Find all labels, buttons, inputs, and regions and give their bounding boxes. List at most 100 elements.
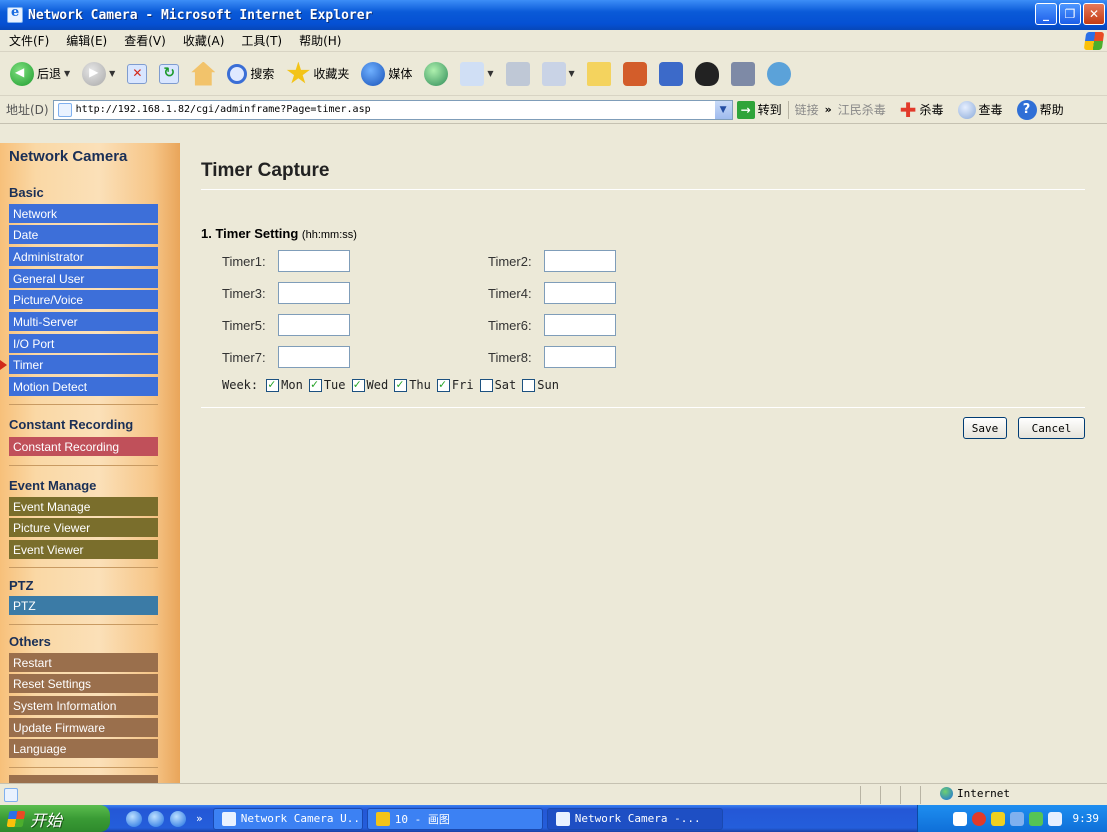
sidebar-item-io-port[interactable]: I/O Port — [9, 334, 158, 353]
keyboard-icon[interactable] — [952, 811, 967, 826]
sidebar-item-system-information[interactable]: System Information — [9, 696, 158, 715]
toolbar-extra-3[interactable] — [727, 61, 759, 86]
day-mon[interactable]: Mon — [266, 377, 303, 392]
mail-button[interactable]: ▼ — [456, 61, 497, 86]
menu-file[interactable]: 文件(F) — [0, 32, 57, 49]
refresh-button[interactable] — [155, 63, 183, 84]
toolbar-extra-2[interactable] — [655, 61, 687, 86]
edit-button[interactable]: ▼ — [538, 61, 579, 86]
day-sun[interactable]: Sun — [522, 378, 559, 392]
timer7-input[interactable] — [278, 346, 350, 368]
timer4-input[interactable] — [544, 282, 616, 304]
day-wed[interactable]: Wed — [351, 377, 388, 392]
checkbox-fri[interactable] — [436, 377, 450, 392]
quick-launch-chevron-icon[interactable]: » — [196, 812, 203, 825]
sidebar-item-picture-viewer[interactable]: Picture Viewer — [9, 518, 158, 537]
browser-quicklaunch-icon[interactable] — [148, 810, 164, 827]
sidebar-item-motion-detect[interactable]: Motion Detect — [9, 377, 158, 396]
links-label[interactable]: 链接 — [795, 101, 819, 118]
sidebar-item-language[interactable]: Language — [9, 739, 158, 758]
day-sat[interactable]: Sat — [479, 378, 516, 392]
qq-button[interactable] — [691, 61, 723, 86]
back-dropdown-icon[interactable]: ▼ — [64, 69, 70, 78]
network-icon[interactable] — [1009, 811, 1024, 826]
media-button[interactable]: 媒体 — [357, 61, 416, 86]
checkbox-tue[interactable] — [308, 377, 322, 392]
stop-button[interactable] — [123, 63, 151, 84]
sidebar-item-multi-server[interactable]: Multi-Server — [9, 312, 158, 331]
kill-virus-button[interactable]: ✚ 杀毒 — [900, 100, 944, 120]
menu-tools[interactable]: 工具(T) — [232, 32, 290, 49]
help-icon: ? — [1016, 99, 1037, 120]
history-button[interactable] — [420, 61, 452, 86]
timer3-input[interactable] — [278, 282, 350, 304]
messenger-quicklaunch-icon[interactable] — [170, 810, 186, 827]
sidebar-item-event-manage[interactable]: Event Manage — [9, 497, 158, 516]
menu-edit[interactable]: 编辑(E) — [57, 32, 115, 49]
sidebar-item-picture-voice[interactable]: Picture/Voice — [9, 290, 158, 309]
sidebar-item-ptz[interactable]: PTZ — [9, 596, 158, 615]
maximize-button[interactable]: ❐ — [1059, 3, 1081, 25]
sidebar-item-general-user[interactable]: General User — [9, 269, 158, 288]
checkbox-mon[interactable] — [266, 377, 280, 392]
checkbox-sun[interactable] — [522, 378, 536, 392]
checkbox-sat[interactable] — [479, 378, 493, 392]
task-paint[interactable]: 10 - 画图 — [366, 807, 543, 830]
tray-app-icon[interactable] — [1028, 811, 1043, 826]
jiangmin-button[interactable]: 江民杀毒 — [838, 101, 886, 118]
toolbar-extra-4[interactable] — [763, 61, 795, 86]
ie-quicklaunch-icon[interactable] — [126, 810, 142, 827]
sidebar-item-reset-settings[interactable]: Reset Settings — [9, 674, 158, 693]
menu-view[interactable]: 查看(V) — [115, 32, 174, 49]
sidebar-item-restart[interactable]: Restart — [9, 653, 158, 672]
forward-dropdown-icon[interactable]: ▼ — [109, 69, 115, 78]
address-input[interactable]: http://192.168.1.82/cgi/adminframe?Page=… — [52, 99, 733, 120]
folder-button[interactable] — [583, 61, 615, 86]
search-button[interactable]: 搜索 — [223, 63, 278, 84]
sidebar-item-constant-recording[interactable]: Constant Recording — [9, 437, 158, 456]
sidebar-item-network[interactable]: Network — [9, 204, 158, 223]
sidebar-item-event-viewer[interactable]: Event Viewer — [9, 540, 158, 559]
timer8-input[interactable] — [544, 346, 616, 368]
print-button[interactable] — [502, 61, 534, 86]
address-dropdown-icon[interactable]: ▼ — [714, 100, 732, 119]
day-tue[interactable]: Tue — [308, 377, 346, 392]
sidebar-item-cutoff[interactable] — [9, 775, 158, 783]
forward-button[interactable]: ▼ — [78, 61, 119, 86]
save-button[interactable]: Save — [963, 417, 1007, 439]
edit-dropdown-icon[interactable]: ▼ — [569, 69, 575, 78]
start-button[interactable]: 开始 — [0, 805, 110, 832]
sidebar-item-date[interactable]: Date — [9, 225, 158, 244]
timer5-input[interactable] — [278, 314, 350, 336]
mail-dropdown-icon[interactable]: ▼ — [487, 69, 493, 78]
checkbox-thu[interactable] — [394, 377, 408, 392]
links-chevron-icon[interactable]: » — [825, 103, 832, 116]
sidebar-item-administrator[interactable]: Administrator — [9, 247, 158, 266]
timer2-input[interactable] — [544, 250, 616, 272]
sidebar-item-update-firmware[interactable]: Update Firmware — [9, 718, 158, 737]
timer6-input[interactable] — [544, 314, 616, 336]
window-title-bar[interactable]: Network Camera - Microsoft Internet Expl… — [0, 0, 1107, 30]
task-network-camera-ie[interactable]: Network Camera -... — [546, 807, 723, 830]
day-thu[interactable]: Thu — [394, 377, 431, 392]
minimize-button[interactable]: _ — [1035, 3, 1057, 25]
checkbox-wed[interactable] — [351, 377, 365, 392]
timer1-input[interactable] — [278, 250, 350, 272]
go-button[interactable]: → 转到 — [736, 100, 782, 119]
task-network-camera-u[interactable]: Network Camera U... — [212, 807, 363, 830]
close-button[interactable]: ✕ — [1083, 3, 1105, 25]
back-button[interactable]: 后退 ▼ — [6, 61, 74, 86]
sidebar-item-timer[interactable]: Timer — [9, 355, 158, 374]
help-button[interactable]: ? 帮助 — [1016, 99, 1064, 120]
scan-virus-button[interactable]: 查毒 — [957, 100, 1003, 119]
volume-icon[interactable] — [1047, 811, 1062, 826]
favorites-button[interactable]: 收藏夹 — [282, 61, 353, 86]
menu-help[interactable]: 帮助(H) — [290, 32, 349, 49]
toolbar-extra-1[interactable] — [619, 61, 651, 86]
day-fri[interactable]: Fri — [436, 377, 474, 392]
cancel-button[interactable]: Cancel — [1018, 417, 1085, 439]
home-button[interactable] — [187, 61, 219, 86]
antivirus-icon[interactable] — [971, 811, 986, 826]
k-icon[interactable] — [990, 811, 1005, 826]
menu-favorites[interactable]: 收藏(A) — [174, 32, 233, 49]
